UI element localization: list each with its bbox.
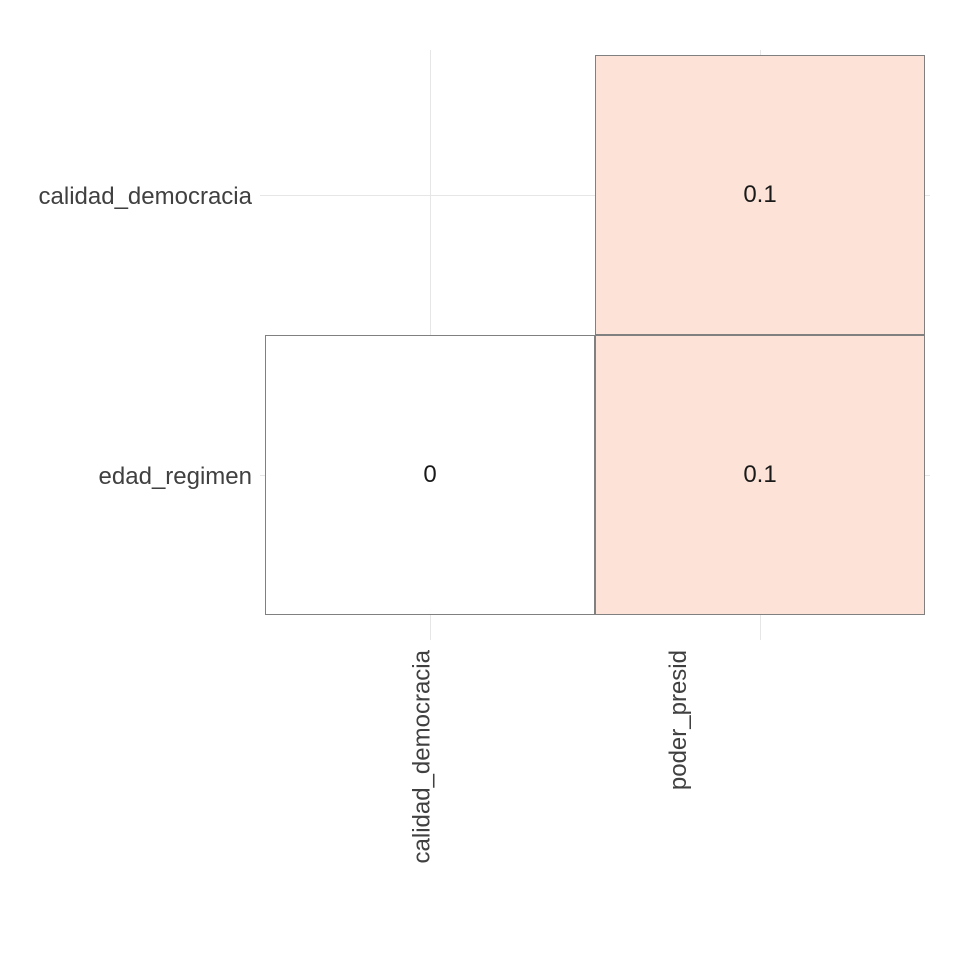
cell-edad-regimen-calidad-democracia: 0 (265, 335, 595, 615)
x-tick-label-left: calidad_democracia (408, 650, 436, 863)
y-tick-label-bottom: edad_regimen (12, 463, 252, 491)
cell-value: 0.1 (743, 461, 776, 489)
cell-value: 0.1 (743, 181, 776, 209)
y-tick-label-top: calidad_democracia (12, 183, 252, 211)
cell-value: 0 (423, 461, 436, 489)
heatmap-plot: 0.1 0 0.1 (265, 55, 925, 615)
cell-calidad-democracia-poder-presid: 0.1 (595, 55, 925, 335)
x-tick-label-right: poder_presid (665, 650, 693, 790)
cell-edad-regimen-poder-presid: 0.1 (595, 335, 925, 615)
